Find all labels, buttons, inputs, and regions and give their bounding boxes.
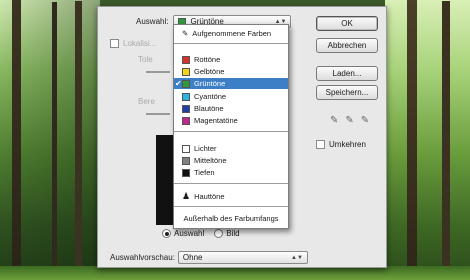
- cyan-swatch-icon: [182, 92, 190, 101]
- tolerance-label: Tole: [138, 55, 153, 64]
- menu-divider: [174, 183, 288, 184]
- select-arrows-icon: ▲▼: [291, 254, 303, 261]
- eyedropper-icon[interactable]: ✎: [330, 115, 338, 126]
- eyedropper-icon: ✎: [182, 29, 189, 38]
- save-button[interactable]: Speichern...: [316, 85, 378, 100]
- menu-divider: [174, 206, 288, 207]
- menu-item-shadows[interactable]: Tiefen: [174, 167, 288, 178]
- selection-preview-value: Ohne: [182, 253, 203, 262]
- eyedropper-minus-icon[interactable]: ✎: [361, 115, 369, 126]
- menu-item-yellows[interactable]: Gelbtöne: [174, 66, 288, 77]
- blue-swatch-icon: [182, 104, 190, 113]
- range-label: Bere: [138, 97, 155, 106]
- eyedropper-plus-icon[interactable]: ✎: [345, 115, 353, 126]
- background-forest-left: [0, 0, 100, 280]
- radio-selection[interactable]: Auswahl: [162, 229, 204, 238]
- black-swatch-icon: [182, 168, 190, 177]
- menu-item-sampled-colors[interactable]: ✎ Aufgenommene Farben: [174, 28, 288, 39]
- radio-image-label: Bild: [226, 229, 240, 238]
- menu-item-cyans[interactable]: Cyantöne: [174, 91, 288, 102]
- menu-item-label: Hauttöne: [194, 192, 225, 201]
- menu-item-magentas[interactable]: Magentatöne: [174, 115, 288, 126]
- menu-item-out-of-gamut[interactable]: Außerhalb des Farbumfangs: [174, 214, 288, 223]
- menu-item-reds[interactable]: Rottöne: [174, 54, 288, 65]
- menu-item-label: Cyantöne: [194, 92, 227, 101]
- load-button[interactable]: Laden...: [316, 66, 378, 81]
- menu-item-greens[interactable]: ✔ Grüntöne: [174, 78, 288, 89]
- selection-preview-label: Auswahlvorschau:: [110, 253, 175, 262]
- radio-selection-button[interactable]: [162, 229, 171, 238]
- invert-checkbox[interactable]: Umkehren: [316, 140, 366, 149]
- menu-item-midtones[interactable]: Mitteltöne: [174, 155, 288, 166]
- invert-checkbox-box[interactable]: [316, 140, 325, 149]
- menu-item-label: Gelbtöne: [194, 67, 225, 76]
- green-swatch-icon: [182, 79, 190, 88]
- person-icon: ♟: [182, 191, 191, 201]
- gray-swatch-icon: [182, 156, 190, 165]
- selection-preview-select[interactable]: Ohne ▲▼: [177, 251, 308, 264]
- background-grass: [0, 266, 470, 280]
- preview-mode-radios: Auswahl Bild: [162, 229, 240, 238]
- radio-image[interactable]: Bild: [214, 229, 240, 238]
- menu-item-blues[interactable]: Blautöne: [174, 103, 288, 114]
- radio-selection-label: Auswahl: [174, 229, 205, 238]
- menu-item-label: Magentatöne: [194, 116, 238, 125]
- white-swatch-icon: [182, 144, 190, 153]
- range-slider[interactable]: [146, 113, 170, 115]
- checkmark-icon: ✔: [175, 79, 182, 88]
- invert-label: Umkehren: [329, 140, 366, 149]
- menu-item-label: Rottöne: [194, 55, 221, 64]
- checkbox-box[interactable]: [110, 39, 119, 48]
- menu-item-label: Blautöne: [194, 104, 224, 113]
- menu-item-skin-tones[interactable]: ♟ Hauttöne: [174, 191, 288, 202]
- selection-label: Auswahl:: [136, 17, 169, 26]
- red-swatch-icon: [182, 55, 190, 64]
- menu-item-label: Lichter: [194, 144, 217, 153]
- menu-item-label: Aufgenommene Farben: [192, 29, 272, 38]
- menu-item-label: Mitteltöne: [194, 156, 227, 165]
- eyedropper-tools: ✎ ✎ ✎: [330, 115, 369, 126]
- selection-preview-row: Auswahlvorschau: Ohne ▲▼: [110, 251, 308, 264]
- menu-divider: [174, 131, 288, 132]
- localized-clusters-label: Lokalisi...: [123, 39, 157, 48]
- menu-item-label: Grüntöne: [194, 79, 226, 88]
- localized-clusters-checkbox[interactable]: Lokalisi...: [110, 39, 156, 48]
- yellow-swatch-icon: [182, 67, 190, 76]
- menu-item-highlights[interactable]: Lichter: [174, 143, 288, 154]
- menu-divider: [174, 43, 288, 44]
- menu-item-label: Tiefen: [194, 168, 215, 177]
- magenta-swatch-icon: [182, 116, 190, 125]
- tolerance-slider[interactable]: [146, 71, 170, 73]
- radio-image-button[interactable]: [214, 229, 224, 238]
- cancel-button[interactable]: Abbrechen: [316, 38, 378, 53]
- ok-button[interactable]: OK: [316, 16, 378, 31]
- background-forest-right: [385, 0, 470, 280]
- selection-dropdown-menu: ✎ Aufgenommene Farben Rottöne Gelbtöne ✔…: [173, 24, 289, 229]
